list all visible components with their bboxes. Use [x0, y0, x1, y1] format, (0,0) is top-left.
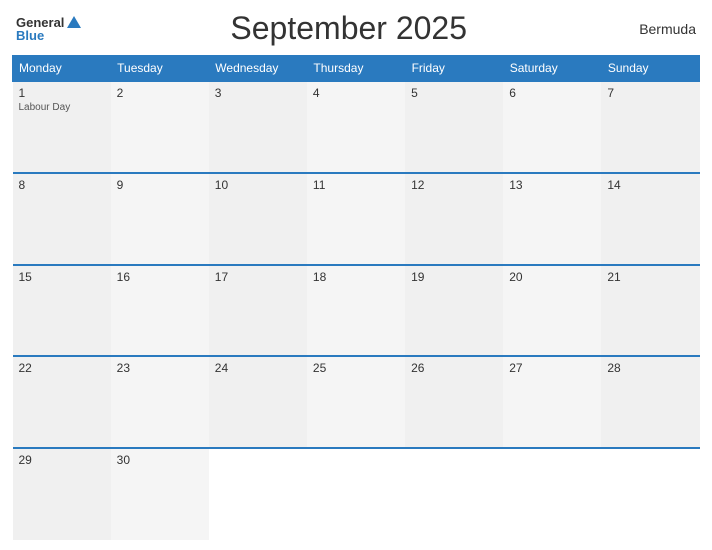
header-tuesday: Tuesday: [111, 56, 209, 82]
header-saturday: Saturday: [503, 56, 601, 82]
day-cell: 30: [111, 448, 209, 540]
day-number: 18: [313, 270, 399, 284]
day-number: 21: [607, 270, 693, 284]
day-number: 20: [509, 270, 595, 284]
logo-blue-text: Blue: [16, 29, 44, 42]
calendar-table: Monday Tuesday Wednesday Thursday Friday…: [12, 55, 700, 540]
day-cell: [307, 448, 405, 540]
day-number: 13: [509, 178, 595, 192]
day-cell: 10: [209, 173, 307, 265]
header-thursday: Thursday: [307, 56, 405, 82]
weekday-header-row: Monday Tuesday Wednesday Thursday Friday…: [13, 56, 700, 82]
day-number: 11: [313, 178, 399, 192]
day-number: 4: [313, 86, 399, 100]
day-number: 2: [117, 86, 203, 100]
day-cell: 2: [111, 81, 209, 173]
day-cell: 21: [601, 265, 699, 357]
day-cell: 9: [111, 173, 209, 265]
day-cell: 23: [111, 356, 209, 448]
day-cell: 14: [601, 173, 699, 265]
week-row-4: 22 23 24 25 26 27 28: [13, 356, 700, 448]
day-number: 17: [215, 270, 301, 284]
day-cell: 28: [601, 356, 699, 448]
day-cell: 16: [111, 265, 209, 357]
day-number: 25: [313, 361, 399, 375]
day-cell: 18: [307, 265, 405, 357]
day-number: 16: [117, 270, 203, 284]
day-cell: [405, 448, 503, 540]
day-cell: 26: [405, 356, 503, 448]
day-number: 30: [117, 453, 203, 467]
day-number: 12: [411, 178, 497, 192]
week-row-5: 29 30: [13, 448, 700, 540]
day-cell: 3: [209, 81, 307, 173]
day-number: 6: [509, 86, 595, 100]
day-cell: 20: [503, 265, 601, 357]
day-cell: [209, 448, 307, 540]
calendar-container: General Blue September 2025 Bermuda Mond…: [0, 0, 712, 550]
day-cell: 12: [405, 173, 503, 265]
day-cell: 5: [405, 81, 503, 173]
day-cell: 29: [13, 448, 111, 540]
day-number: 10: [215, 178, 301, 192]
week-row-3: 15 16 17 18 19 20 21: [13, 265, 700, 357]
day-cell: [503, 448, 601, 540]
day-number: 24: [215, 361, 301, 375]
week-row-1: 1 Labour Day 234567: [13, 81, 700, 173]
day-number: 5: [411, 86, 497, 100]
day-number: 22: [19, 361, 105, 375]
header-monday: Monday: [13, 56, 111, 82]
day-cell: 27: [503, 356, 601, 448]
day-cell: 11: [307, 173, 405, 265]
day-cell: 24: [209, 356, 307, 448]
day-cell: 19: [405, 265, 503, 357]
day-cell: 15: [13, 265, 111, 357]
calendar-title: September 2025: [81, 10, 616, 47]
day-cell: 13: [503, 173, 601, 265]
day-cell: 7: [601, 81, 699, 173]
day-number: 19: [411, 270, 497, 284]
day-number: 8: [19, 178, 105, 192]
day-cell: 22: [13, 356, 111, 448]
day-number: 15: [19, 270, 105, 284]
day-number: 26: [411, 361, 497, 375]
day-number: 9: [117, 178, 203, 192]
header-wednesday: Wednesday: [209, 56, 307, 82]
day-cell: 8: [13, 173, 111, 265]
day-number: 23: [117, 361, 203, 375]
header-sunday: Sunday: [601, 56, 699, 82]
logo: General Blue: [16, 16, 81, 42]
day-number: 29: [19, 453, 105, 467]
day-number: 3: [215, 86, 301, 100]
header-friday: Friday: [405, 56, 503, 82]
logo-triangle-icon: [67, 16, 81, 28]
day-cell: 4: [307, 81, 405, 173]
day-cell: 6: [503, 81, 601, 173]
day-cell: 1 Labour Day: [13, 81, 111, 173]
day-number: 14: [607, 178, 693, 192]
week-row-2: 89 10 11 12 13 14: [13, 173, 700, 265]
logo-general-text: General: [16, 16, 64, 29]
holiday-label: Labour Day: [19, 102, 105, 113]
region-label: Bermuda: [616, 21, 696, 37]
day-cell: 17: [209, 265, 307, 357]
header: General Blue September 2025 Bermuda: [12, 10, 700, 47]
day-cell: 25: [307, 356, 405, 448]
day-cell: [601, 448, 699, 540]
day-number: 28: [607, 361, 693, 375]
day-number: 27: [509, 361, 595, 375]
day-number: 7: [607, 86, 693, 100]
day-number: 1: [19, 86, 105, 100]
